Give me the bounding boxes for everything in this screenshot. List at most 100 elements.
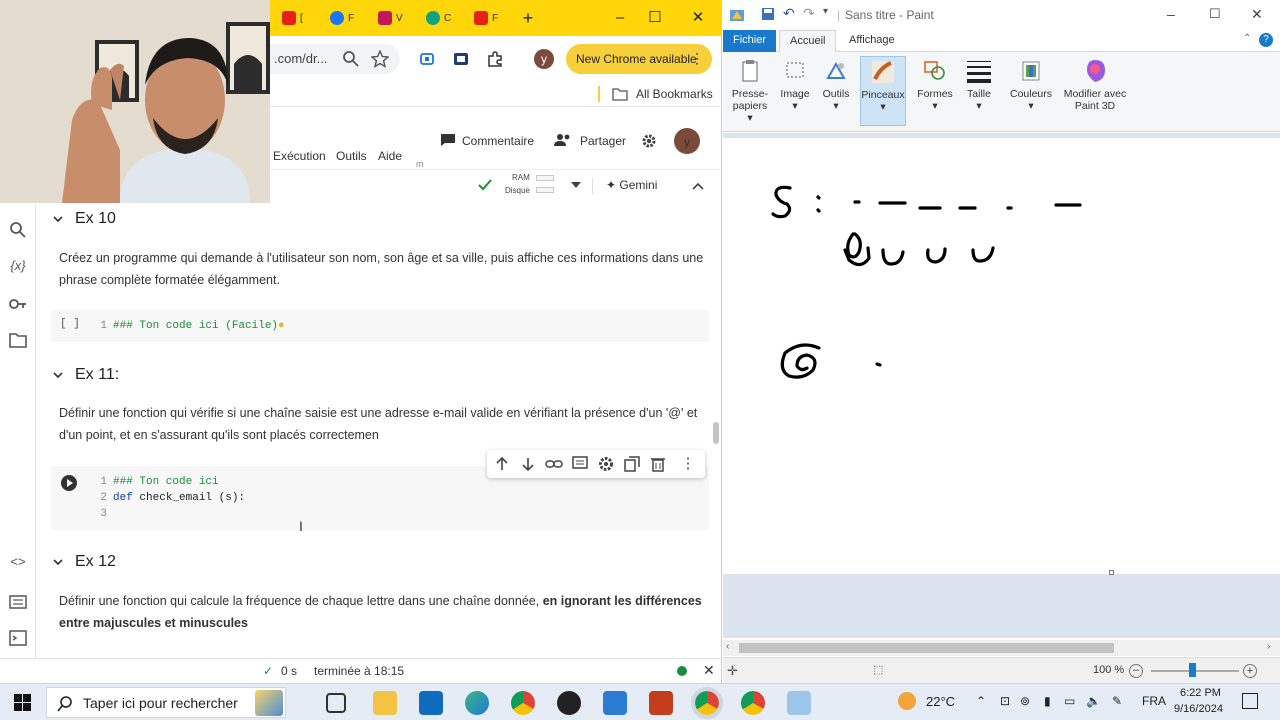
- brushes-group[interactable]: Pinceaux ▾: [860, 56, 906, 126]
- collapse-ribbon-icon[interactable]: ⌃: [1243, 33, 1251, 44]
- scrollbar-thumb[interactable]: [739, 643, 1114, 653]
- variables-icon[interactable]: {x}: [8, 258, 28, 278]
- vscode-icon[interactable]: [603, 691, 627, 715]
- chevron-down-icon[interactable]: [571, 182, 581, 190]
- browser-tab[interactable]: F: [474, 8, 518, 28]
- clock-time[interactable]: 6:22 PM: [1180, 687, 1221, 699]
- minimize-button[interactable]: –: [610, 8, 630, 28]
- size-group[interactable]: Taille ▾: [961, 56, 997, 126]
- edit-paint3d-group[interactable]: Modifier avec Paint 3D: [1057, 56, 1133, 126]
- close-icon[interactable]: ✕: [703, 662, 715, 679]
- search-icon[interactable]: [342, 50, 360, 68]
- colab-avatar[interactable]: y: [674, 128, 700, 154]
- network-icon[interactable]: ⊚: [1020, 694, 1030, 708]
- profile-avatar[interactable]: y: [534, 49, 554, 69]
- section-header-ex12[interactable]: Ex 12: [53, 553, 116, 571]
- tray-chevron-up-icon[interactable]: ⌃: [976, 694, 986, 708]
- new-tab-button[interactable]: +: [518, 8, 538, 28]
- collapse-chevron-icon[interactable]: [53, 557, 63, 567]
- microphone-icon[interactable]: ▮: [1044, 694, 1051, 708]
- move-up-icon[interactable]: [493, 455, 511, 473]
- tab-file[interactable]: Fichier: [723, 30, 777, 52]
- task-view-icon[interactable]: [326, 693, 346, 713]
- cell-settings-gear-icon[interactable]: [597, 455, 615, 473]
- link-icon[interactable]: [545, 455, 563, 473]
- tray-app-icon[interactable]: ⊡: [1000, 694, 1010, 708]
- new-chrome-available-button[interactable]: New Chrome available ⋮: [566, 44, 712, 74]
- gemini-button[interactable]: ✦ Gemini: [606, 178, 657, 192]
- terminal-icon[interactable]: [8, 628, 28, 648]
- file-explorer-icon[interactable]: [373, 691, 397, 715]
- help-icon[interactable]: ?: [1259, 33, 1273, 47]
- zoom-in-button[interactable]: +: [1243, 664, 1257, 678]
- run-cell-icon[interactable]: [60, 474, 78, 492]
- close-button[interactable]: ✕: [1251, 6, 1263, 23]
- cell-run-bracket[interactable]: [ ]: [60, 318, 80, 330]
- tab-view[interactable]: Affichage: [839, 30, 905, 52]
- notifications-icon[interactable]: [1242, 693, 1258, 709]
- language-indicator[interactable]: FRA: [1142, 694, 1166, 708]
- weather-icon[interactable]: [898, 692, 916, 710]
- tools-group[interactable]: Outils ▾: [819, 56, 853, 126]
- clipboard-group[interactable]: Presse-papiers ▾: [729, 56, 771, 126]
- delete-trash-icon[interactable]: [649, 455, 667, 473]
- undo-icon[interactable]: ↶: [783, 5, 795, 22]
- chevron-up-icon[interactable]: [692, 182, 704, 190]
- app-icon[interactable]: [557, 691, 581, 715]
- taskbar-search-box[interactable]: Taper ici pour rechercher: [46, 687, 286, 718]
- menu-execution[interactable]: Exécution: [273, 149, 326, 163]
- chrome-active-icon[interactable]: [691, 687, 723, 719]
- chrome-icon[interactable]: [511, 691, 535, 715]
- redo-icon[interactable]: ↷: [803, 5, 815, 22]
- more-vert-icon[interactable]: ⋮: [679, 455, 697, 473]
- colors-group[interactable]: Couleurs ▾: [1007, 56, 1055, 126]
- pen-icon[interactable]: ✎: [1112, 694, 1122, 708]
- extension-icon[interactable]: [418, 50, 436, 68]
- command-palette-icon[interactable]: [8, 592, 28, 612]
- collapse-chevron-icon[interactable]: [53, 214, 63, 224]
- zoom-out-button[interactable]: –: [1129, 664, 1143, 678]
- scroll-left-icon[interactable]: ‹: [726, 641, 729, 652]
- canvas-resize-handle[interactable]: [1109, 570, 1114, 575]
- image-group[interactable]: Image ▾: [777, 56, 813, 126]
- code-cell[interactable]: [ ] 1 ### Ton code ici (Facile)●: [51, 310, 709, 342]
- code-line[interactable]: 1 ### Ton code ici (Facile)●: [97, 318, 284, 334]
- clock-date[interactable]: 9/16/2024: [1174, 703, 1223, 715]
- chrome-profile-icon[interactable]: [741, 691, 765, 715]
- minimize-button[interactable]: –: [1167, 6, 1175, 22]
- powerpoint-icon[interactable]: [649, 691, 673, 715]
- extensions-puzzle-icon[interactable]: [486, 50, 504, 68]
- section-header-ex11[interactable]: Ex 11:: [53, 366, 119, 384]
- all-bookmarks-link[interactable]: All Bookmarks: [636, 87, 713, 101]
- scrollbar-thumb[interactable]: [713, 422, 719, 444]
- save-icon[interactable]: [761, 7, 775, 21]
- shapes-group[interactable]: Formes ▾: [913, 56, 957, 126]
- close-button[interactable]: ✕: [688, 8, 708, 28]
- outlook-icon[interactable]: [419, 691, 443, 715]
- browser-tab[interactable]: [: [282, 8, 326, 28]
- code-snippets-icon[interactable]: <>: [8, 554, 28, 574]
- screenshot-extension-icon[interactable]: [452, 50, 470, 68]
- key-icon[interactable]: [8, 294, 28, 314]
- menu-tools[interactable]: Outils: [336, 149, 367, 163]
- collapse-chevron-icon[interactable]: [53, 370, 63, 380]
- paint-taskbar-icon[interactable]: [787, 691, 811, 715]
- share-button[interactable]: Partager: [580, 134, 626, 148]
- camera-icon[interactable]: ▭: [1064, 694, 1075, 708]
- section-header-ex10[interactable]: Ex 10: [53, 210, 116, 228]
- windows-start-icon[interactable]: [14, 694, 31, 711]
- horizontal-scrollbar[interactable]: ‹ ›: [723, 640, 1280, 656]
- comment-button[interactable]: Commentaire: [462, 134, 534, 148]
- bookmark-star-icon[interactable]: [371, 50, 389, 68]
- browser-tab[interactable]: F: [330, 8, 374, 28]
- browser-tab[interactable]: C: [426, 8, 470, 28]
- code-lines[interactable]: 1 ### Ton code ici 2 def check_email (s): …: [97, 474, 245, 522]
- mirror-cell-icon[interactable]: [623, 455, 641, 473]
- zoom-slider-thumb[interactable]: [1189, 663, 1196, 677]
- tab-home[interactable]: Accueil: [779, 30, 837, 52]
- menu-help[interactable]: Aide: [378, 149, 402, 163]
- paint-canvas[interactable]: [723, 138, 1280, 574]
- browser-tab[interactable]: V: [378, 8, 422, 28]
- quick-access-dropdown-icon[interactable]: ▾: [823, 6, 828, 17]
- edge-icon[interactable]: [465, 691, 489, 715]
